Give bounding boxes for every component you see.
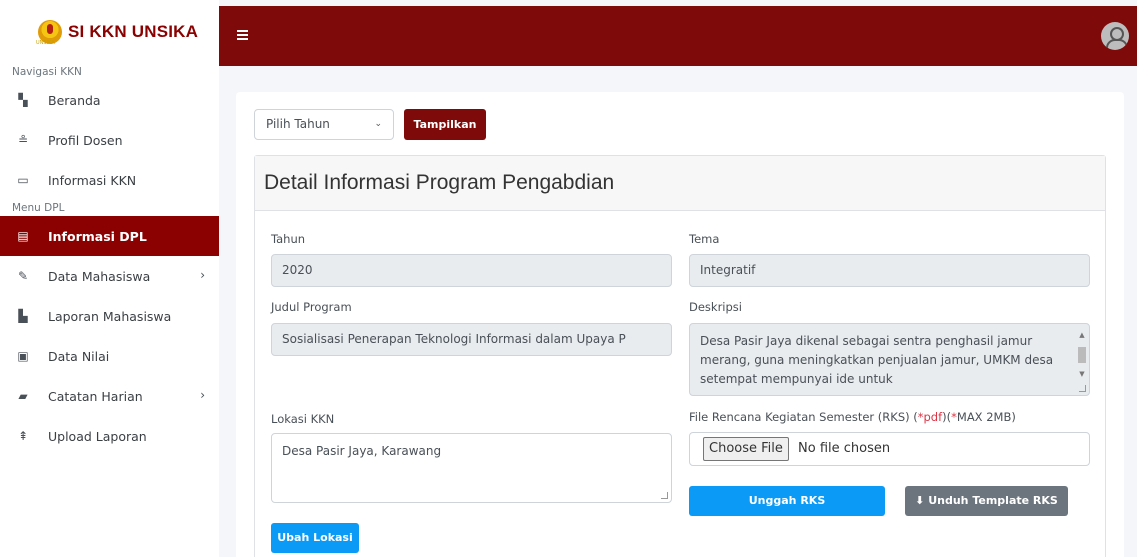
dashboard-icon: ▚ bbox=[18, 93, 28, 107]
unduh-template-rks-button[interactable]: ⬇ Unduh Template RKS bbox=[905, 486, 1068, 516]
lokasi-kkn-textarea[interactable]: Desa Pasir Jaya, Karawang bbox=[271, 433, 672, 503]
info-icon: ▤ bbox=[17, 229, 29, 243]
sidebar-item-beranda[interactable]: ▚ Beranda bbox=[0, 80, 219, 120]
tema-label: Tema bbox=[689, 232, 720, 246]
nav-header-navigasi: Navigasi KKN bbox=[12, 66, 82, 78]
lokasi-kkn-label: Lokasi KKN bbox=[271, 412, 335, 426]
deskripsi-textarea[interactable]: Desa Pasir Jaya dikenal sebagai sentra p… bbox=[689, 323, 1090, 396]
main-card: Pilih Tahun ⌄ Tampilkan Detail Informasi… bbox=[236, 92, 1124, 557]
book-icon: ▰ bbox=[18, 389, 28, 403]
chevron-right-icon: › bbox=[200, 388, 205, 402]
chevron-right-icon: › bbox=[200, 268, 205, 282]
id-card-icon: ▭ bbox=[17, 173, 29, 187]
deskripsi-label: Deskripsi bbox=[689, 300, 742, 314]
rks-label: File Rencana Kegiatan Semester (RKS) (*p… bbox=[689, 410, 1016, 424]
scroll-up-icon[interactable]: ▲ bbox=[1077, 326, 1087, 345]
chevron-down-icon: ⌄ bbox=[374, 119, 382, 129]
tahun-field[interactable]: 2020 bbox=[271, 254, 672, 287]
upload-icon: ⇞ bbox=[17, 429, 29, 443]
deskripsi-text: Desa Pasir Jaya dikenal sebagai sentra p… bbox=[700, 334, 1054, 386]
sidebar-item-label: Laporan Mahasiswa bbox=[48, 308, 172, 324]
sidebar-item-data-nilai[interactable]: ▣ Data Nilai bbox=[0, 336, 219, 376]
sidebar: SI KKN UNSIKA UNSIKA Navigasi KKN ▚ Bera… bbox=[0, 0, 219, 557]
tahun-label: Tahun bbox=[271, 232, 306, 246]
judul-program-field[interactable]: Sosialisasi Penerapan Teknologi Informas… bbox=[271, 323, 672, 356]
sidebar-item-informasi-dpl[interactable]: ▤ Informasi DPL bbox=[0, 216, 219, 256]
sidebar-item-laporan-mahasiswa[interactable]: ▙ Laporan Mahasiswa bbox=[0, 296, 219, 336]
judul-program-label: Judul Program bbox=[271, 300, 352, 314]
nav-header-menu-dpl: Menu DPL bbox=[12, 202, 65, 214]
lokasi-kkn-text: Desa Pasir Jaya, Karawang bbox=[282, 444, 442, 458]
brand[interactable]: SI KKN UNSIKA bbox=[0, 0, 219, 64]
no-file-text: No file chosen bbox=[798, 441, 891, 456]
calendar-icon: ▣ bbox=[17, 349, 29, 363]
textarea-scrollbar[interactable]: ▲ ▼ bbox=[1077, 326, 1087, 383]
ubah-lokasi-button[interactable]: Ubah Lokasi bbox=[271, 523, 359, 553]
resize-handle-icon[interactable] bbox=[661, 492, 668, 499]
sidebar-item-label: Data Nilai bbox=[48, 348, 110, 364]
sidebar-item-label: Profil Dosen bbox=[48, 132, 123, 148]
sidebar-item-label: Catatan Harian bbox=[48, 388, 143, 404]
resize-handle-icon[interactable] bbox=[1079, 385, 1086, 392]
sidebar-item-data-mahasiswa[interactable]: ✎ Data Mahasiswa › bbox=[0, 256, 219, 296]
brand-title: SI KKN UNSIKA bbox=[68, 22, 199, 41]
scrollbar-thumb[interactable] bbox=[1078, 347, 1086, 363]
panel-title: Detail Informasi Program Pengabdian bbox=[255, 156, 1105, 211]
sidebar-item-label: Beranda bbox=[48, 92, 101, 108]
user-avatar-icon[interactable] bbox=[1101, 22, 1129, 50]
tampilkan-button[interactable]: Tampilkan bbox=[404, 109, 486, 140]
sidebar-item-upload-laporan[interactable]: ⇞ Upload Laporan bbox=[0, 416, 219, 456]
sidebar-item-catatan-harian[interactable]: ▰ Catatan Harian › bbox=[0, 376, 219, 416]
year-select-value: Pilih Tahun bbox=[266, 117, 330, 131]
sidebar-item-label: Informasi KKN bbox=[48, 172, 137, 188]
hamburger-menu-icon[interactable] bbox=[237, 30, 248, 42]
sidebar-item-label: Informasi DPL bbox=[48, 228, 147, 244]
detail-panel: Detail Informasi Program Pengabdian Tahu… bbox=[254, 155, 1106, 557]
user-icon: ≗ bbox=[17, 133, 29, 147]
brand-logo-text: UNSIKA bbox=[36, 40, 55, 46]
scroll-down-icon[interactable]: ▼ bbox=[1077, 365, 1087, 384]
tema-field[interactable]: Integratif bbox=[689, 254, 1090, 287]
sidebar-item-informasi-kkn[interactable]: ▭ Informasi KKN bbox=[0, 160, 219, 200]
sidebar-item-profil-dosen[interactable]: ≗ Profil Dosen bbox=[0, 120, 219, 160]
unggah-rks-button[interactable]: Unggah RKS bbox=[689, 486, 885, 516]
rks-file-input[interactable]: Choose File No file chosen bbox=[689, 432, 1090, 466]
year-select[interactable]: Pilih Tahun ⌄ bbox=[254, 109, 394, 140]
file-icon: ▙ bbox=[18, 309, 28, 323]
top-navbar bbox=[219, 6, 1137, 66]
choose-file-button[interactable]: Choose File bbox=[703, 437, 789, 461]
edit-icon: ✎ bbox=[17, 269, 29, 283]
sidebar-item-label: Upload Laporan bbox=[48, 428, 147, 444]
sidebar-item-label: Data Mahasiswa bbox=[48, 268, 151, 284]
